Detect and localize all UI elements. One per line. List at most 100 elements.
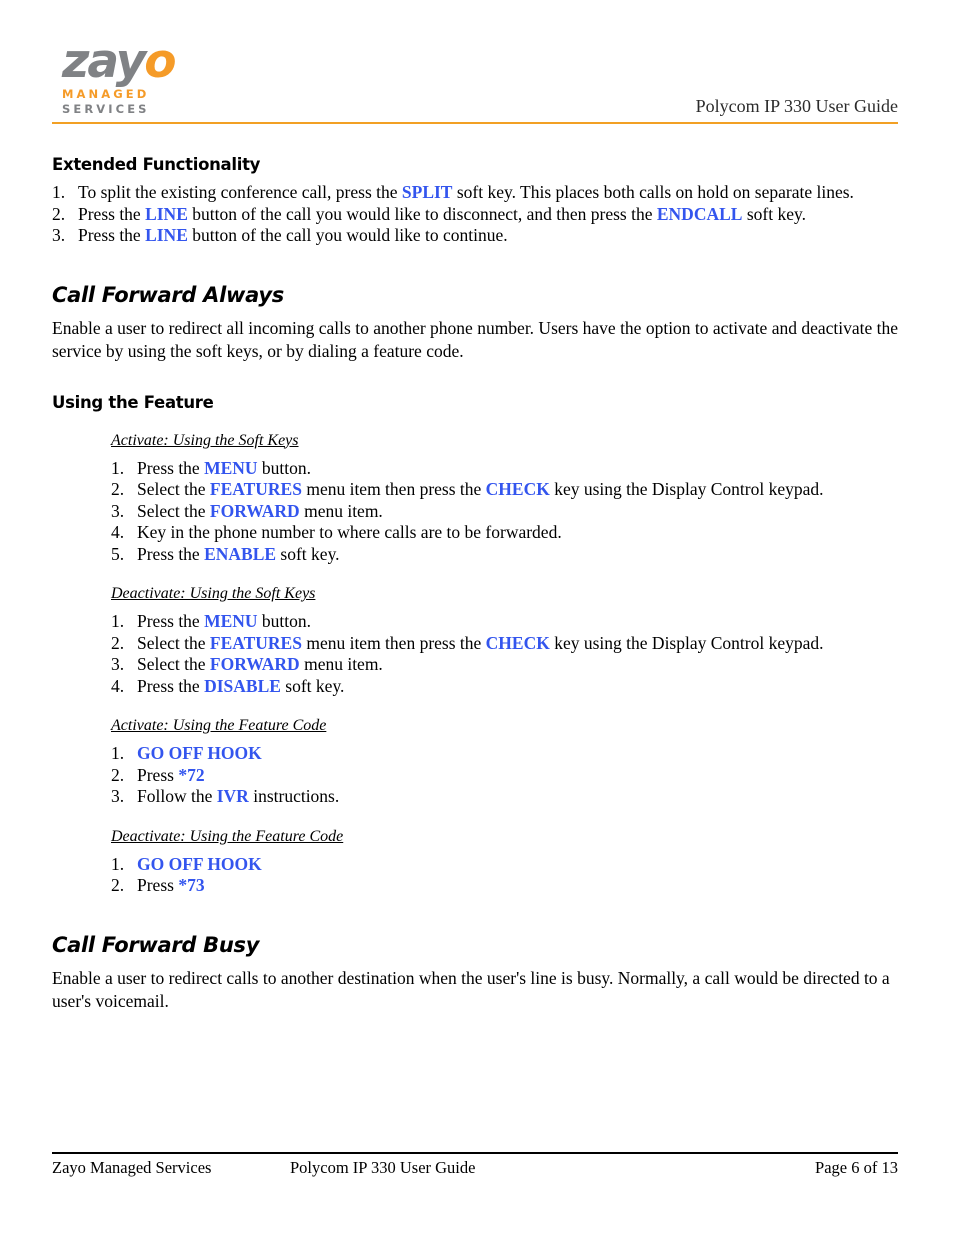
document-page: zayo MANAGED SERVICES Polycom IP 330 Use… <box>0 0 954 1235</box>
list-item-number: 3. <box>111 654 125 674</box>
header-divider <box>52 122 898 124</box>
text-token: Press <box>137 875 179 895</box>
list-item-text: To split the existing conference call, p… <box>78 182 854 202</box>
list-item: 3. Select the FORWARD menu item. <box>111 501 898 523</box>
text-token: Press <box>137 764 179 785</box>
list-item: 2. Select the FEATURES menu item then pre… <box>111 633 898 655</box>
text-token: Press the <box>137 675 205 696</box>
text-token: button of the call you would like to dis… <box>187 203 657 224</box>
list-item: 2. Press *73 <box>111 875 898 897</box>
text-token: Press the <box>78 203 146 224</box>
keyword-token: FORWARD <box>209 500 300 521</box>
keyword-token: LINE <box>145 203 188 224</box>
keyword-token: FORWARD <box>209 654 300 674</box>
list-item: 2. Press the LINE button of the call you … <box>52 204 898 226</box>
list-item-text: Select the FORWARD menu item. <box>137 654 383 674</box>
list-item-text: Press the MENU button. <box>137 611 311 631</box>
list-item-number: 3. <box>111 500 125 521</box>
text-token: Follow the <box>137 786 217 806</box>
header-title: Polycom IP 330 User Guide <box>695 96 898 116</box>
list-item: 2. Select the FEATURES menu item then pre… <box>111 479 898 501</box>
list-item-number: 4. <box>111 675 125 696</box>
keyword-token: SPLIT <box>401 182 453 202</box>
logo-subtitle-managed: MANAGED <box>62 87 150 101</box>
list-item-text: Press *72 <box>137 765 205 785</box>
list-item-text: Select the FORWARD menu item. <box>137 501 383 521</box>
list-item: 1. GO OFF HOOK <box>111 743 898 765</box>
keyword-token: FEATURES <box>209 632 302 653</box>
list-item-number: 1. <box>111 743 125 763</box>
list-item-number: 1. <box>111 457 125 478</box>
text-token: instructions. <box>248 786 340 806</box>
list-item-text: Select the FEATURES menu item then press… <box>137 633 824 653</box>
list-item-number: 2. <box>111 764 125 785</box>
list-item-text: Press the LINE button of the call you wo… <box>78 225 508 245</box>
logo-subtitle-services: SERVICES <box>62 102 150 116</box>
text-token: soft key. <box>276 543 340 564</box>
keyword-token: IVR <box>216 786 249 806</box>
keyword-token: DISABLE <box>204 675 281 696</box>
list-item: 3. Follow the IVR instructions. <box>111 786 898 808</box>
text-token: Press the <box>137 543 205 564</box>
list-item-text: Key in the phone number to where calls a… <box>137 522 562 542</box>
keyword-token: CHECK <box>485 632 550 653</box>
text-token: soft key. <box>280 675 345 696</box>
text-token: Press the <box>78 225 146 245</box>
list-item: 3. Select the FORWARD menu item. <box>111 654 898 676</box>
text-token: menu item. <box>299 500 383 521</box>
list-item: 1. GO OFF HOOK <box>111 854 898 876</box>
heading-call-forward-busy: Call Forward Busy <box>52 932 260 957</box>
document-body: Extended Functionality 1. To split the ex… <box>52 155 898 1013</box>
list-item-text: Press the MENU button. <box>137 458 311 478</box>
text-token: button. <box>257 611 312 631</box>
minor-heading: Activate: Using the Feature Code <box>111 717 327 734</box>
list-item-number: 2. <box>111 632 125 653</box>
text-token: Select the <box>137 479 210 499</box>
minor-heading: Activate: Using the Soft Keys <box>111 431 299 449</box>
text-token: button. <box>257 457 312 478</box>
text-token: key using the Display Control keypad. <box>549 479 824 499</box>
footer-document-title: Polycom IP 330 User Guide <box>290 1157 476 1177</box>
logo-wordmark-gray: zay <box>62 34 146 89</box>
list-item-text: Press the LINE button of the call you wo… <box>78 204 806 224</box>
list-item-text: Press the ENABLE soft key. <box>137 544 340 564</box>
list-item: 4. Press the DISABLE soft key. <box>111 676 898 698</box>
keyword-token: CHECK <box>485 479 550 499</box>
text-token: menu item then press the <box>301 632 486 653</box>
text-token: menu item then press the <box>301 479 486 499</box>
text-token: Select the <box>137 500 210 521</box>
keyword-token: LINE <box>145 225 188 245</box>
text-token: soft key. This places both calls on hold… <box>452 182 854 202</box>
list-extended-functionality: 1. To split the existing conference call,… <box>52 182 898 247</box>
footer-divider <box>52 1152 898 1154</box>
keyword-token: ENDCALL <box>656 203 743 224</box>
list-item: 4. Key in the phone number to where calls… <box>111 522 898 544</box>
list-item-text: GO OFF HOOK <box>137 854 262 874</box>
keyword-token: MENU <box>204 611 258 631</box>
logo-wordmark: zayo <box>62 38 242 88</box>
text-token: Key in the phone number to where calls a… <box>137 522 562 542</box>
heading-extended-functionality: Extended Functionality <box>52 155 261 174</box>
paragraph-call-forward-always-intro: Enable a user to redirect all incoming c… <box>52 317 899 361</box>
keyword-token: GO OFF HOOK <box>137 743 262 763</box>
list-item-number: 2. <box>111 479 125 499</box>
text-token: Press the <box>137 457 205 478</box>
heading-call-forward-always: Call Forward Always <box>52 282 284 307</box>
logo-wordmark-orange: o <box>144 34 176 89</box>
footer-page-number: Page 6 of 13 <box>815 1157 898 1177</box>
list-item-number: 3. <box>52 225 66 245</box>
minor-heading: Deactivate: Using the Feature Code <box>111 827 344 845</box>
text-token: key using the Display Control keypad. <box>549 632 824 653</box>
call-forward-always-blocks: Activate: Using the Soft Keys 1. Press the… <box>111 432 898 897</box>
step-list: 1. GO OFF HOOK 2. Press *72 3. Follow the IVR… <box>111 743 898 808</box>
list-item: 5. Press the ENABLE soft key. <box>111 544 898 566</box>
list-item-text: Select the FEATURES menu item then press… <box>137 479 824 499</box>
zayo-logo: zayo MANAGED SERVICES <box>62 38 242 118</box>
keyword-token: MENU <box>204 457 258 478</box>
list-item-number: 2. <box>52 203 66 224</box>
step-list: 1. Press the MENU button. 2. Select the FEA… <box>111 458 898 566</box>
text-token: soft key. <box>742 203 806 224</box>
list-item-number: 5. <box>111 543 125 564</box>
list-item-number: 1. <box>52 182 66 202</box>
list-item-text: GO OFF HOOK <box>137 743 262 763</box>
